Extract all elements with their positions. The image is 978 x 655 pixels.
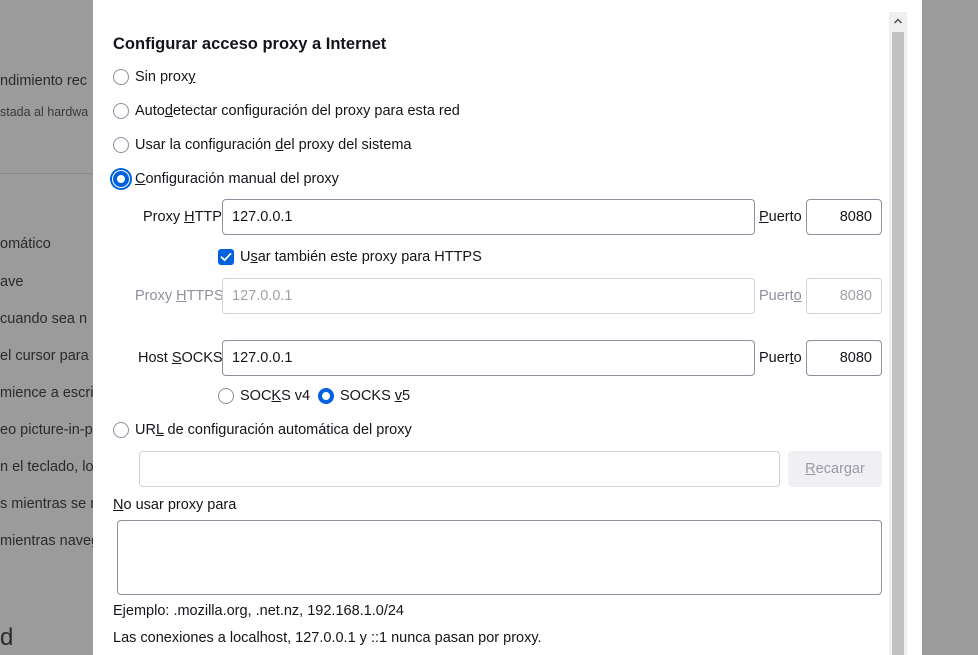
https-proxy-input[interactable]: 127.0.0.1 [222,278,755,314]
label-part: Sin prox [135,69,189,85]
label-part: OCKS [181,350,223,366]
system-proxy-radio[interactable] [113,137,129,153]
no-proxy-textarea[interactable] [117,520,882,595]
label-part: TTPS [186,288,224,304]
dialog-heading: Configurar acceso proxy a Internet [113,35,387,53]
http-port-label: Puerto [759,209,802,225]
bg-line: eo picture-in-p [0,422,93,438]
localhost-hint: Las conexiones a localhost, 127.0.0.1 y … [113,630,542,646]
label-part: Host [138,350,172,366]
access-key: v [394,388,403,404]
label-part: Auto [135,103,165,119]
label-part: o [793,350,802,366]
label-part: TTP [194,209,222,225]
access-key: H [184,209,195,225]
label-part: Proxy [135,288,177,304]
label-part: onfiguración manual del proxy [145,171,339,187]
manual-proxy-radio[interactable] [113,171,129,187]
bg-line: ndimiento rec [0,73,88,89]
label-part: Proxy [143,209,185,225]
label-part: UR [135,422,156,438]
socks-port-label: Puerto [759,350,802,366]
access-key: K [271,388,282,404]
access-key: R [805,461,816,477]
label-part: Usar la configuración [135,137,276,153]
bg-line: omático [0,236,51,252]
socks-host-label: Host SOCKS [138,350,223,366]
label-part: S v4 [281,388,311,404]
no-proxy-label[interactable]: Sin proxy [135,69,195,85]
scroll-up-button[interactable] [889,12,907,30]
label-part: Puert [759,288,794,304]
no-proxy-radio[interactable] [113,69,129,85]
access-key: s [250,249,258,265]
bg-line: el cursor para [0,348,89,364]
bg-line: stada al hardwa [0,105,89,119]
reload-button[interactable]: Recargar [788,451,882,487]
auto-config-url-input[interactable] [139,451,780,487]
http-proxy-label: Proxy HTTP [143,209,222,225]
bg-line: n el teclado, lo [0,459,93,475]
no-proxy-for-label: No usar proxy para [113,497,236,513]
label-part: U [240,249,251,265]
autodetect-radio[interactable] [113,103,129,119]
socks-v5-label[interactable]: SOCKS v5 [340,388,410,404]
example-hint: Ejemplo: .mozilla.org, .net.nz, 192.168.… [113,603,404,619]
socks-v4-radio[interactable] [218,388,234,404]
access-key: P [759,209,769,225]
http-port-input[interactable]: 8080 [806,199,882,235]
label-part: ecargar [815,461,865,477]
system-proxy-label[interactable]: Usar la configuración del proxy del sist… [135,137,411,153]
bg-line: ave [0,274,24,290]
access-key: S [171,350,182,366]
also-https-checkbox[interactable] [218,249,234,265]
auto-config-url-label[interactable]: URL de configuración automática del prox… [135,422,412,438]
bg-line: s mientras se n [0,496,93,512]
manual-proxy-label[interactable]: Configuración manual del proxy [135,171,339,187]
autodetect-label[interactable]: Autodetectar configuración del proxy par… [135,103,460,119]
socks-host-input[interactable]: 127.0.0.1 [222,340,755,376]
access-key: C [135,171,146,187]
label-part: uerto [768,209,802,225]
bg-line: cuando sea n [0,311,88,327]
bg-line: mientras naveg [0,533,93,549]
access-key: y [188,69,196,85]
https-port-label: Puerto [759,288,802,304]
bg-divider [0,173,93,174]
https-port-input[interactable]: 8080 [806,278,882,314]
http-proxy-input[interactable]: 127.0.0.1 [222,199,755,235]
label-part: etectar configuración del proxy para est… [172,103,460,119]
socks-v4-label[interactable]: SOCKS v4 [240,388,310,404]
scrollbar[interactable] [889,12,907,655]
socks-port-input[interactable]: 8080 [806,340,882,376]
also-https-label[interactable]: Usar también este proxy para HTTPS [240,249,482,265]
label-part: de configuración automática del proxy [163,422,412,438]
socks-v5-radio[interactable] [318,388,334,404]
https-proxy-label: Proxy HTTPS [135,288,224,304]
chevron-up-icon [893,18,903,24]
auto-config-url-radio[interactable] [113,422,129,438]
label-part: SOC [240,388,272,404]
label-part: Puer [759,350,790,366]
access-key: H [176,288,187,304]
label-part: SOCKS [340,388,395,404]
access-key: o [793,288,802,304]
bg-line: mience a escrib [0,385,93,401]
proxy-settings-dialog: Configurar acceso proxy a Internet Sin p… [93,0,922,655]
label-part: 5 [402,388,411,404]
scrollbar-thumb[interactable] [892,32,904,655]
checkmark-icon [220,252,232,262]
label-part: ar también este proxy para HTTPS [257,249,482,265]
label-part: el proxy del sistema [283,137,412,153]
label-part: o usar proxy para [123,497,237,513]
access-key: N [113,497,124,513]
bg-heading: d [0,624,14,651]
access-key: d [164,103,173,119]
